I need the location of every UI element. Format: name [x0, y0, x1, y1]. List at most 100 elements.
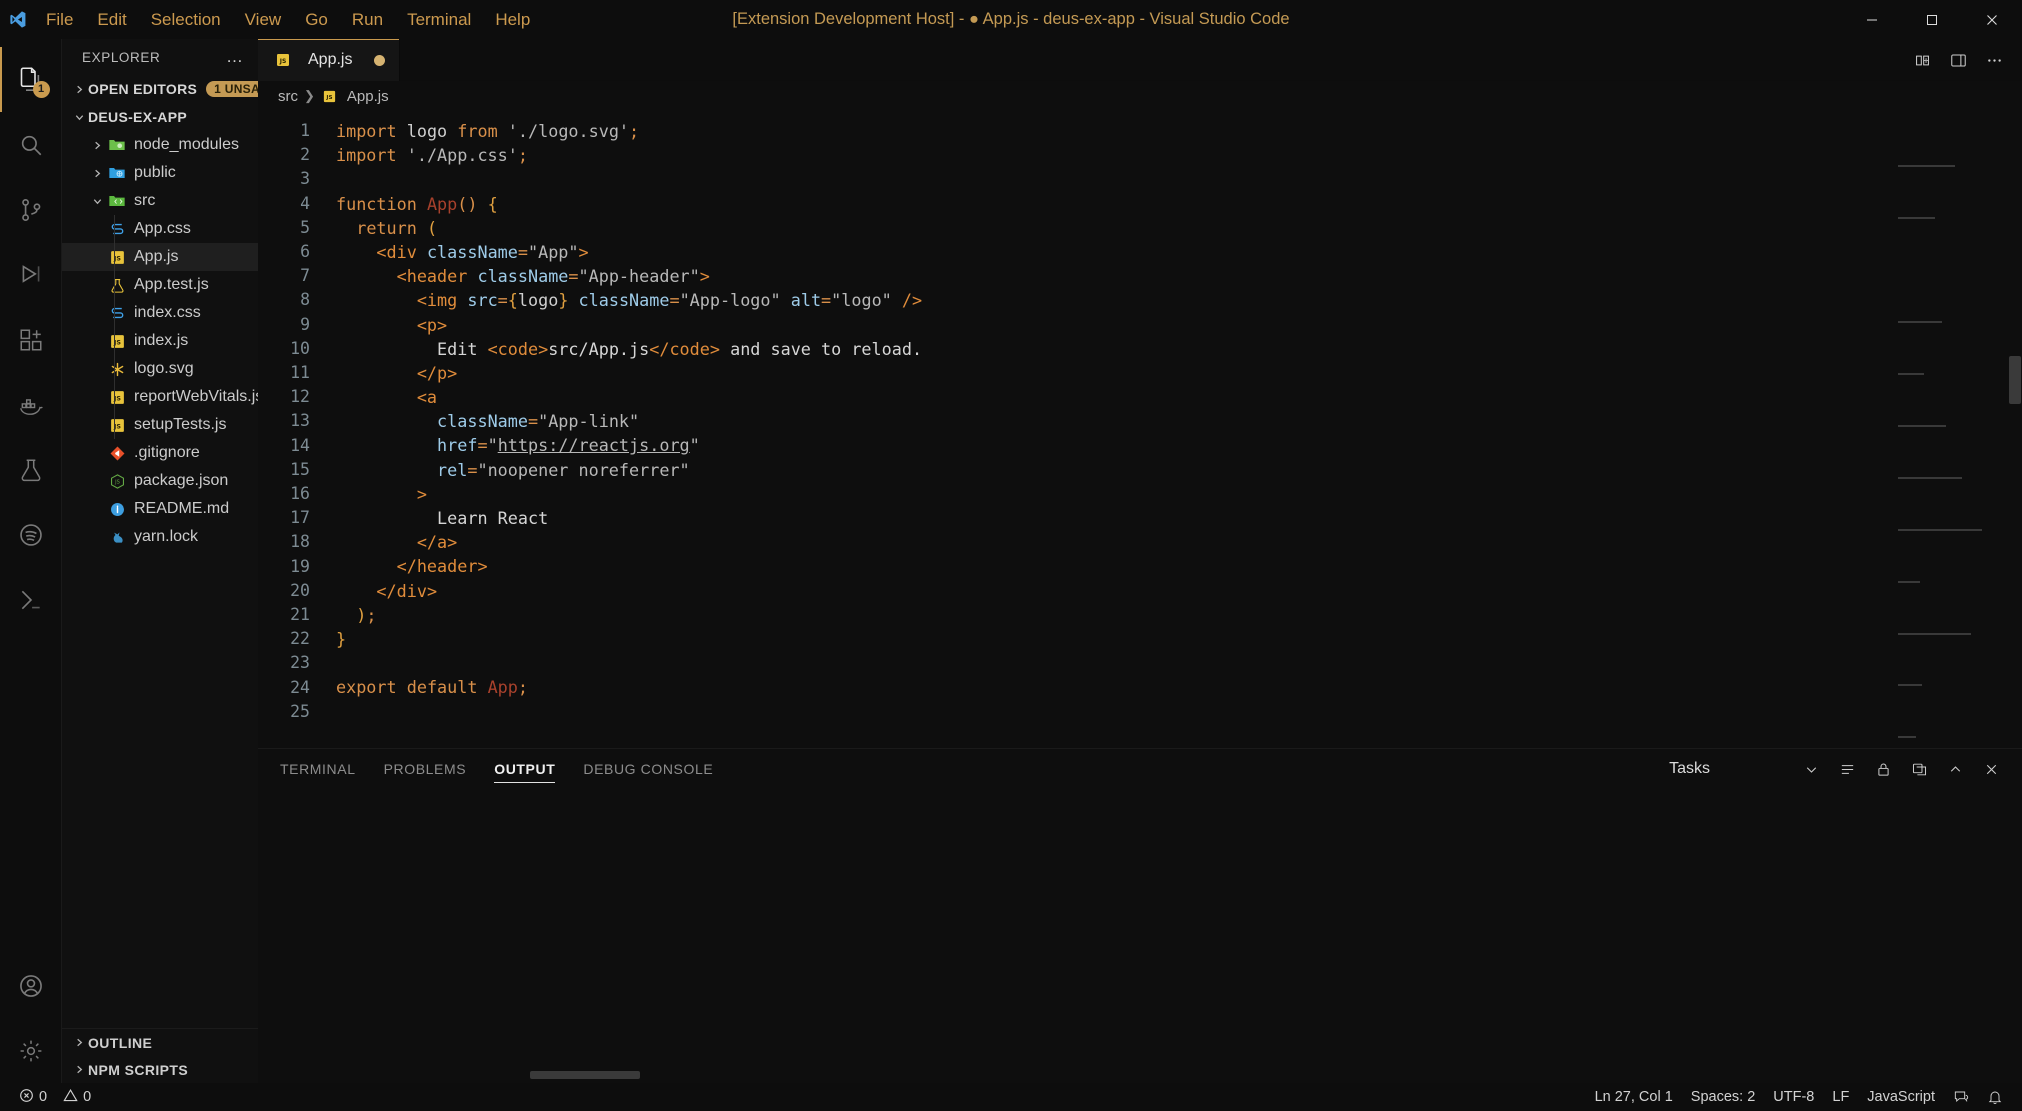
- activitybar-item-explorer[interactable]: 1: [0, 47, 62, 112]
- sidebar-item-src[interactable]: src: [62, 187, 258, 215]
- status-problems[interactable]: 0 0: [10, 1083, 100, 1111]
- menu-run[interactable]: Run: [340, 7, 395, 33]
- sidebar-item-node_modules[interactable]: node_modules: [62, 131, 258, 159]
- tab-label: App.js: [308, 51, 352, 69]
- vscode-window: File Edit Selection View Go Run Terminal…: [0, 0, 2022, 1111]
- bell-icon[interactable]: [1978, 1083, 2012, 1111]
- maximize-icon[interactable]: [1902, 0, 1962, 39]
- sidebar-item-index-css[interactable]: index.css: [62, 299, 258, 327]
- scrollbar-thumb[interactable]: [530, 1071, 640, 1079]
- status-eol[interactable]: LF: [1823, 1083, 1858, 1111]
- editor-actions: [1906, 39, 2022, 81]
- code-content[interactable]: import logo from './logo.svg';import './…: [326, 111, 2022, 748]
- unsaved-badge: 1 UNSAVED: [206, 81, 258, 97]
- tree-guide: [114, 411, 115, 439]
- activitybar-item-source-control[interactable]: [0, 177, 62, 242]
- tree-guide: [114, 327, 115, 355]
- panel-tab-terminal[interactable]: TERMINAL: [278, 749, 358, 789]
- minimize-icon[interactable]: [1842, 0, 1902, 39]
- activitybar-item-remote-explorer[interactable]: [0, 567, 62, 632]
- new-terminal-icon[interactable]: [1904, 754, 1934, 784]
- sidebar-item-app-test-js[interactable]: App.test.js: [62, 271, 258, 299]
- sidebar-item-app-css[interactable]: App.css: [62, 215, 258, 243]
- chevron-down-icon: [70, 112, 88, 123]
- status-cursor-position[interactable]: Ln 27, Col 1: [1586, 1083, 1682, 1111]
- output-channel-select[interactable]: Tasks: [1669, 760, 1710, 778]
- more-actions-icon[interactable]: …: [220, 47, 250, 67]
- sidebar-section-outline[interactable]: OUTLINE: [62, 1029, 258, 1056]
- sidebar-item-label: logo.svg: [134, 360, 194, 378]
- feedback-icon[interactable]: [1944, 1083, 1978, 1111]
- status-encoding[interactable]: UTF-8: [1764, 1083, 1823, 1111]
- editor-vertical-scrollbar[interactable]: [2008, 111, 2022, 748]
- status-language-mode[interactable]: JavaScript: [1858, 1083, 1944, 1111]
- activitybar-item-run-and-debug[interactable]: [0, 242, 62, 307]
- sidebar-item-label: App.js: [134, 248, 178, 266]
- folder-src-icon: [106, 192, 128, 210]
- activitybar-item-spotify[interactable]: [0, 502, 62, 567]
- status-indentation[interactable]: Spaces: 2: [1682, 1083, 1765, 1111]
- sidebar-item-setuptests-js[interactable]: JS setupTests.js: [62, 411, 258, 439]
- activitybar-item-accounts[interactable]: [0, 953, 62, 1018]
- editor-horizontal-scrollbar[interactable]: [330, 1069, 1980, 1081]
- activitybar-item-testing[interactable]: [0, 437, 62, 502]
- sidebar-explorer: EXPLORER … OPEN EDITORS 1 UNSAVED: [62, 39, 258, 1083]
- panel-tab-debug-console[interactable]: DEBUG CONSOLE: [581, 749, 715, 789]
- editor-tabs: JS App.js: [258, 39, 2022, 81]
- svg-text:JS: JS: [326, 95, 333, 101]
- sidebar-item-yarn-lock[interactable]: yarn.lock: [62, 523, 258, 551]
- menu-selection[interactable]: Selection: [139, 7, 233, 33]
- lock-icon[interactable]: [1868, 754, 1898, 784]
- layout-icon[interactable]: [1942, 44, 1974, 76]
- sidebar-item-index-js[interactable]: JS index.js: [62, 327, 258, 355]
- panel-tab-output[interactable]: OUTPUT: [492, 749, 557, 789]
- menu-edit[interactable]: Edit: [85, 7, 138, 33]
- minimap[interactable]: [1898, 117, 2008, 175]
- menu-view[interactable]: View: [233, 7, 294, 33]
- code-editor[interactable]: 1234567891011121314151617181920212223242…: [258, 111, 2022, 748]
- clear-output-icon[interactable]: [1832, 754, 1862, 784]
- sidebar-item-label: setupTests.js: [134, 416, 226, 434]
- close-panel-icon[interactable]: [1976, 754, 2006, 784]
- panel-tab-problems[interactable]: PROBLEMS: [382, 749, 469, 789]
- sidebar-item-package-json[interactable]: JS package.json: [62, 467, 258, 495]
- more-actions-icon[interactable]: [1978, 44, 2010, 76]
- maximize-panel-icon[interactable]: [1940, 754, 1970, 784]
- sidebar-section-label: DEUS-EX-APP: [88, 109, 187, 125]
- test-beaker-icon: [106, 277, 128, 294]
- activitybar-item-settings[interactable]: [0, 1018, 62, 1083]
- chevron-down-icon: [88, 196, 106, 207]
- workbench: 1: [0, 39, 2022, 1083]
- sidebar-item-label: index.css: [134, 304, 201, 322]
- vscode-logo-icon: [0, 0, 34, 39]
- activitybar-item-docker[interactable]: [0, 372, 62, 437]
- activitybar-item-extensions[interactable]: [0, 307, 62, 372]
- scrollbar-thumb[interactable]: [2009, 356, 2021, 404]
- yarn-cat-icon: [106, 529, 128, 546]
- sidebar-item-reportwebvitals-js[interactable]: JS reportWebVitals.js: [62, 383, 258, 411]
- sidebar-item-app-js[interactable]: JS App.js: [62, 243, 258, 271]
- close-icon[interactable]: [1962, 0, 2022, 39]
- sidebar-section-npm-scripts[interactable]: NPM SCRIPTS: [62, 1056, 258, 1083]
- sidebar-item-gitignore[interactable]: .gitignore: [62, 439, 258, 467]
- activitybar-item-search[interactable]: [0, 112, 62, 177]
- split-editor-icon[interactable]: [1906, 44, 1938, 76]
- menu-terminal[interactable]: Terminal: [395, 7, 483, 33]
- tab-app-js[interactable]: JS App.js: [258, 39, 400, 81]
- breadcrumb-file[interactable]: App.js: [347, 88, 389, 105]
- menu-file[interactable]: File: [34, 7, 85, 33]
- chevron-down-icon[interactable]: [1796, 754, 1826, 784]
- sidebar-section-open-editors[interactable]: OPEN EDITORS 1 UNSAVED: [62, 75, 258, 103]
- activity-bar: 1: [0, 39, 62, 1083]
- output-content[interactable]: [258, 789, 2022, 1083]
- sidebar-item-readme-md[interactable]: README.md: [62, 495, 258, 523]
- sidebar-section-project-root[interactable]: DEUS-EX-APP: [62, 103, 258, 131]
- breadcrumb-src[interactable]: src: [278, 88, 298, 105]
- svg-asterisk-icon: [106, 361, 128, 378]
- sidebar-item-logo-svg[interactable]: logo.svg: [62, 355, 258, 383]
- sidebar-item-public[interactable]: public: [62, 159, 258, 187]
- menu-help[interactable]: Help: [483, 7, 542, 33]
- sidebar-item-label: node_modules: [134, 136, 239, 154]
- menu-go[interactable]: Go: [293, 7, 340, 33]
- unsaved-indicator-icon[interactable]: [374, 55, 385, 66]
